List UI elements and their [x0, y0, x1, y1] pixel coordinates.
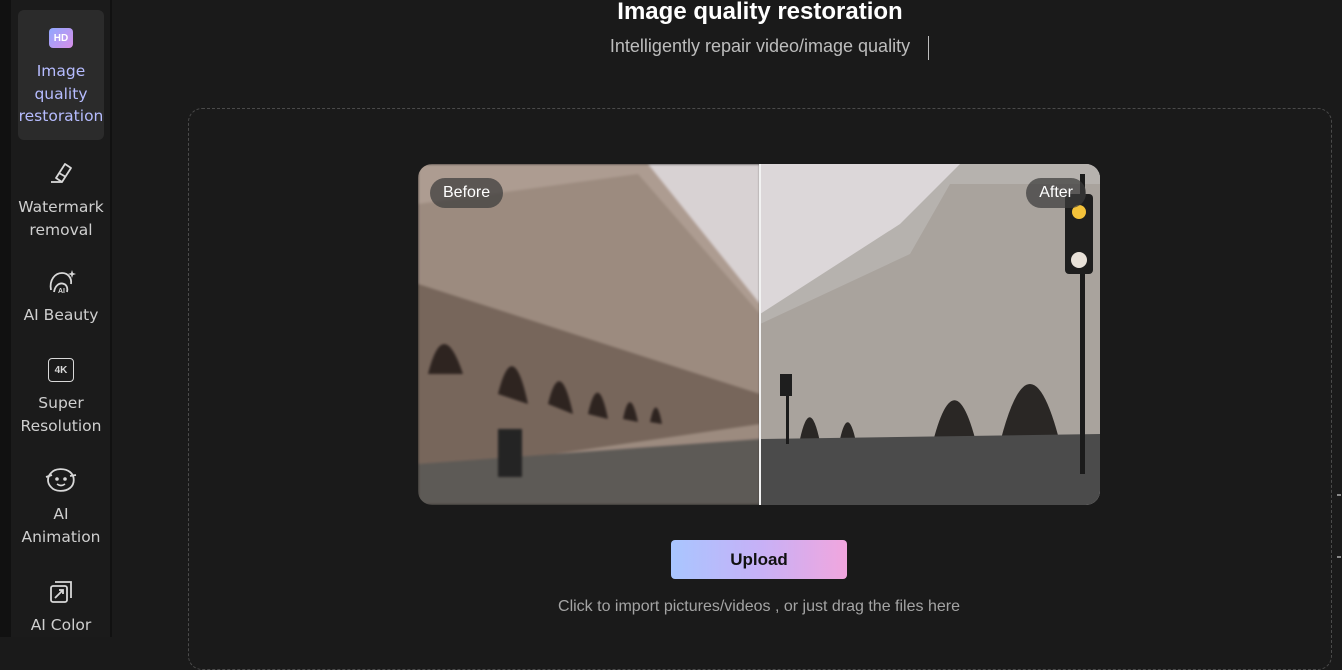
sidebar-item-ai-animation[interactable]: AI Animation — [18, 465, 104, 555]
4k-icon: 4K — [48, 358, 74, 382]
hd-icon: HD — [49, 28, 73, 48]
sidebar-item-label: AI Color — [30, 616, 92, 634]
sidebar-item-label: AI Beauty — [23, 306, 99, 324]
sidebar-item-label: Image quality restoration — [18, 62, 104, 125]
svg-text:AI: AI — [58, 288, 65, 295]
sidebar-item-label: Watermark removal — [18, 198, 104, 239]
after-image — [760, 164, 1100, 505]
sidebar: HD Image quality restoration Watermark r… — [0, 0, 112, 637]
ai-animation-icon — [45, 468, 77, 492]
sidebar-item-ai-color[interactable]: AI Color — [18, 578, 104, 638]
sidebar-item-label: AI Animation — [21, 505, 101, 546]
sidebar-item-image-quality-restoration[interactable]: HD Image quality restoration — [18, 10, 104, 140]
before-image — [418, 164, 760, 505]
scrollbar-mark — [1337, 556, 1341, 558]
upload-hint: Click to import pictures/videos , or jus… — [558, 598, 960, 615]
upload-button[interactable]: Upload — [671, 540, 847, 579]
sidebar-item-label: Super Resolution — [20, 394, 102, 435]
sidebar-item-watermark-removal[interactable]: Watermark removal — [18, 158, 104, 248]
eraser-icon — [51, 163, 72, 183]
text-caret — [928, 36, 929, 60]
before-after-preview[interactable]: Before After — [418, 164, 1100, 505]
ai-beauty-icon: AI — [49, 270, 76, 295]
page-subtitle: Intelligently repair video/image quality — [609, 36, 911, 56]
page-title: Image quality restoration — [617, 0, 903, 25]
before-label: Before — [430, 178, 504, 208]
sidebar-item-super-resolution[interactable]: 4K Super Resolution — [18, 356, 104, 446]
compare-divider[interactable] — [759, 164, 761, 505]
4k-icon-text: 4K — [54, 364, 68, 376]
sidebar-item-ai-beauty[interactable]: AI AI Beauty — [18, 268, 104, 338]
scrollbar-mark — [1337, 494, 1341, 496]
ai-color-icon — [50, 581, 72, 603]
after-label: After — [1026, 178, 1086, 208]
